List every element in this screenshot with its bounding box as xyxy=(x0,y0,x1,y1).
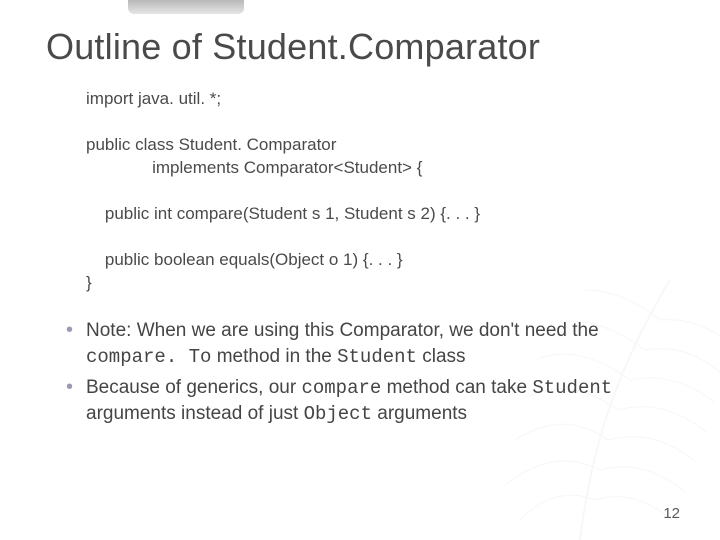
title-prefix: Outline of xyxy=(46,26,212,67)
note-text: arguments instead of just xyxy=(86,403,304,424)
note-text: arguments xyxy=(372,403,467,424)
code-line-8: public boolean equals(Object o 1) {. . .… xyxy=(86,250,403,269)
note-text: class xyxy=(417,346,466,367)
note-item: Note: When we are using this Comparator,… xyxy=(66,318,664,370)
notes-list: Note: When we are using this Comparator,… xyxy=(66,318,664,428)
code-line-4: implements Comparator<Student> { xyxy=(86,158,422,177)
note-text: method can take xyxy=(381,377,532,398)
code-line-9: } xyxy=(86,273,92,292)
slide-content: Outline of Student.Comparator import jav… xyxy=(0,0,720,540)
note-code-text: compare xyxy=(301,377,381,399)
code-line-3: public class Student. Comparator xyxy=(86,135,336,154)
note-item: Because of generics, our compare method … xyxy=(66,375,664,428)
slide-title: Outline of Student.Comparator xyxy=(46,26,674,68)
note-code-text: Student xyxy=(337,346,417,368)
note-code-text: Object xyxy=(304,403,372,425)
note-text: method in the xyxy=(211,346,337,367)
note-text: Because of generics, our xyxy=(86,377,301,398)
code-line-1: import java. util. *; xyxy=(86,89,221,108)
note-code-text: Student xyxy=(532,377,612,399)
page-number: 12 xyxy=(663,505,680,522)
note-code-text: compare. To xyxy=(86,346,211,368)
note-text: Note: When we are using this Comparator,… xyxy=(86,320,599,341)
title-codeword: Student.Comparator xyxy=(212,26,540,67)
code-listing: import java. util. *; public class Stude… xyxy=(86,88,674,294)
code-line-6: public int compare(Student s 1, Student … xyxy=(86,204,480,223)
